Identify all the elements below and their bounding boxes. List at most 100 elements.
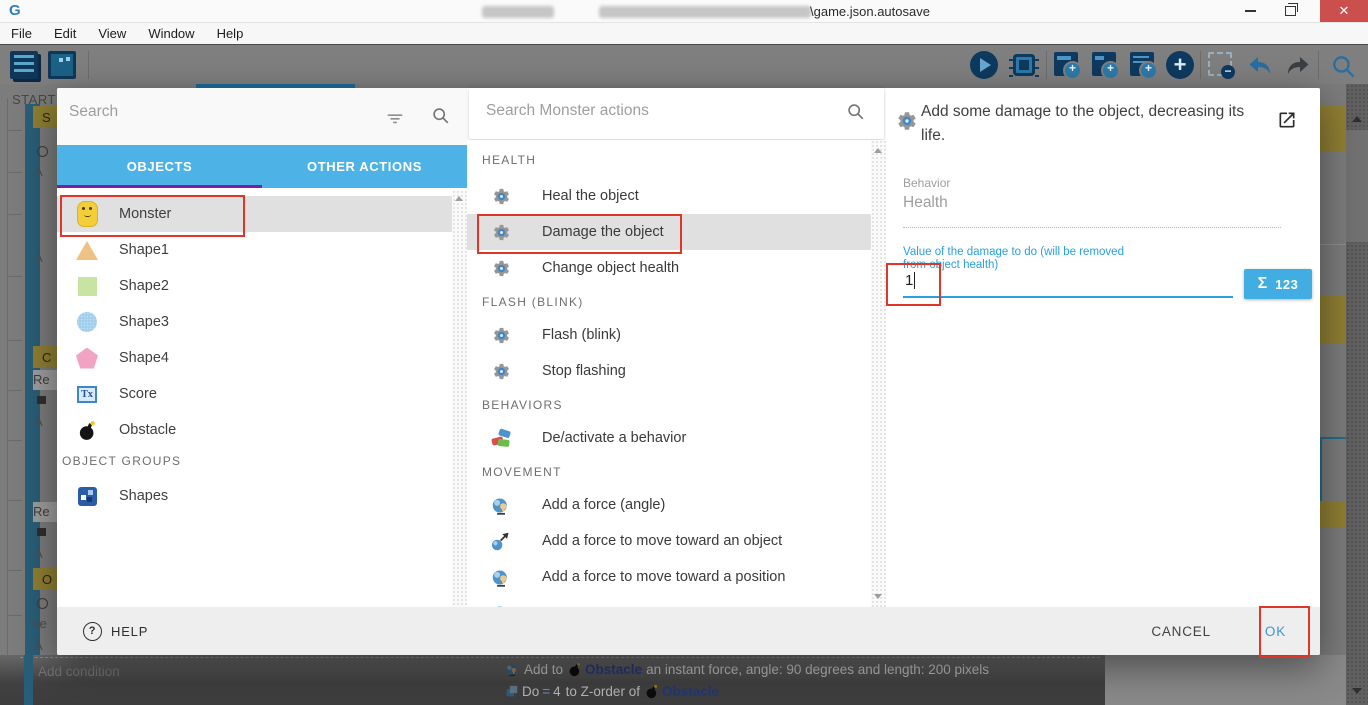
menu-edit[interactable]: Edit <box>43 26 87 41</box>
section-header-movement: MOVEMENT <box>482 465 562 479</box>
object-row-score[interactable]: Tx Score <box>57 376 452 412</box>
tab-other-actions[interactable]: OTHER ACTIONS <box>262 145 467 188</box>
object-row-shape2[interactable]: Shape2 <box>57 268 452 304</box>
scrollbar-thumb[interactable] <box>1346 130 1368 242</box>
action-row-force-toward-position[interactable]: Add a force to move toward a position <box>467 559 871 595</box>
event-fragment: C <box>33 346 57 368</box>
question-mark-icon: ? <box>83 622 102 641</box>
action-list-scrollbar[interactable] <box>871 140 886 607</box>
force-icon <box>490 566 512 588</box>
action-description: Add some damage to the object, decreasin… <box>921 100 1261 148</box>
add-condition-placeholder[interactable]: Add condition <box>38 664 120 679</box>
action-row-partial[interactable] <box>467 595 871 607</box>
object-search-input[interactable] <box>67 102 371 122</box>
gear-icon <box>490 324 512 346</box>
event-fragment: Re <box>33 372 50 387</box>
minimize-icon <box>1245 10 1256 12</box>
force-toward-object-icon <box>490 530 512 552</box>
text-object-icon: Tx <box>75 381 99 407</box>
object-list: Monster Shape1 Shape2 Shape3 Shape4 <box>57 188 452 607</box>
redo-icon[interactable] <box>1284 51 1312 79</box>
search-events-icon[interactable] <box>1330 53 1358 81</box>
search-icon[interactable] <box>846 102 866 122</box>
object-list-scrollbar[interactable] <box>452 190 467 607</box>
minimize-button[interactable] <box>1232 0 1268 22</box>
force-icon <box>490 494 512 516</box>
scroll-up-icon[interactable] <box>874 148 882 153</box>
search-icon[interactable] <box>431 106 451 126</box>
delete-selection-button[interactable]: − <box>1208 52 1232 76</box>
scroll-down-icon[interactable] <box>1352 688 1362 694</box>
cancel-button[interactable]: CANCEL <box>1151 624 1211 639</box>
tab-objects-label: OBJECTS <box>127 159 193 174</box>
menu-file[interactable]: File <box>0 26 43 41</box>
restore-icon <box>1285 6 1296 16</box>
action-row-heal[interactable]: Heal the object <box>467 178 871 214</box>
close-button[interactable]: ✕ <box>1320 0 1368 22</box>
event-sheet-scrollbar[interactable] <box>1346 84 1368 705</box>
preview-play-button[interactable] <box>970 51 998 79</box>
dialog-footer: ? HELP CANCEL OK <box>57 607 1320 655</box>
menu-view[interactable]: View <box>87 26 137 41</box>
undo-icon[interactable] <box>1246 51 1274 79</box>
object-row-shape3[interactable]: Shape3 <box>57 304 452 340</box>
app-window: G \game.json.autosave ✕ File Edit View W… <box>0 0 1368 705</box>
event-fragment: A <box>34 546 43 561</box>
tab-objects[interactable]: OBJECTS <box>57 145 262 188</box>
event-fragment: A <box>34 414 43 429</box>
menu-help[interactable]: Help <box>206 26 255 41</box>
action-search-input[interactable] <box>484 101 818 121</box>
add-subevent-button[interactable]: + <box>1092 52 1116 76</box>
action-row-add-force-angle[interactable]: Add a force (angle) <box>467 487 871 523</box>
event-tree-line <box>7 98 8 673</box>
scroll-up-icon[interactable] <box>455 196 463 201</box>
section-header-health: HEALTH <box>482 153 536 167</box>
expression-editor-button[interactable]: Σ 123 <box>1244 269 1312 299</box>
object-row-shape1[interactable]: Shape1 <box>57 232 452 268</box>
section-header-flash: FLASH (BLINK) <box>482 295 584 309</box>
event-fragment: Re <box>33 504 50 519</box>
event-fragment: O <box>33 568 57 590</box>
gear-icon <box>490 185 512 207</box>
action-list: HEALTH Heal the object Damage the object… <box>467 140 871 607</box>
filter-icon[interactable] <box>385 108 405 128</box>
scene-editor-button[interactable] <box>48 51 76 79</box>
event-fragment <box>1320 296 1346 344</box>
project-manager-button[interactable] <box>10 51 38 79</box>
scroll-down-icon[interactable] <box>874 594 882 599</box>
scroll-up-icon[interactable] <box>1352 116 1362 122</box>
annotation-box-ok-button <box>1259 606 1310 658</box>
object-row-obstacle[interactable]: Obstacle <box>57 412 452 448</box>
action-row-stop-flashing[interactable]: Stop flashing <box>467 353 871 389</box>
add-comment-button[interactable]: + <box>1130 52 1154 76</box>
help-button[interactable]: ? HELP <box>83 622 148 641</box>
damage-input-underline <box>903 296 1233 298</box>
redacted-path-blur <box>599 6 811 18</box>
object-selector-panel: OBJECTS OTHER ACTIONS Monster Shape1 <box>57 88 467 607</box>
action-row-deactivate-behavior[interactable]: De/activate a behavior <box>467 420 871 456</box>
action-row-change-health[interactable]: Change object health <box>467 250 871 286</box>
window-title: \game.json.autosave <box>810 4 930 19</box>
gear-icon <box>490 257 512 279</box>
action-parameters-panel: Add some damage to the object, decreasin… <box>886 88 1320 607</box>
object-search-bar <box>57 88 467 146</box>
tab-other-actions-label: OTHER ACTIONS <box>307 159 422 174</box>
event-action-row: Do = 4 to Z-order of Obstacle <box>505 684 723 699</box>
open-in-new-icon[interactable] <box>1277 110 1297 130</box>
menu-bar: File Edit View Window Help <box>0 23 1368 45</box>
action-row-force-toward-object[interactable]: Add a force to move toward an object <box>467 523 871 559</box>
menu-window[interactable]: Window <box>137 26 205 41</box>
debug-button[interactable] <box>1013 54 1035 76</box>
close-icon: ✕ <box>1339 3 1350 19</box>
object-row-shape4[interactable]: Shape4 <box>57 340 452 376</box>
add-more-button[interactable]: + <box>1166 51 1194 79</box>
group-row-shapes[interactable]: Shapes <box>57 478 452 514</box>
annotation-box-damage-action <box>477 214 682 254</box>
restore-button[interactable] <box>1272 0 1308 22</box>
event-action-row: Add to Obstacle an instant force, angle:… <box>505 661 989 678</box>
action-row-flash[interactable]: Flash (blink) <box>467 317 871 353</box>
title-bar: G \game.json.autosave ✕ <box>0 0 1368 23</box>
add-event-button[interactable]: + <box>1054 52 1078 76</box>
bomb-icon <box>75 417 99 443</box>
object-group-icon <box>75 483 99 509</box>
